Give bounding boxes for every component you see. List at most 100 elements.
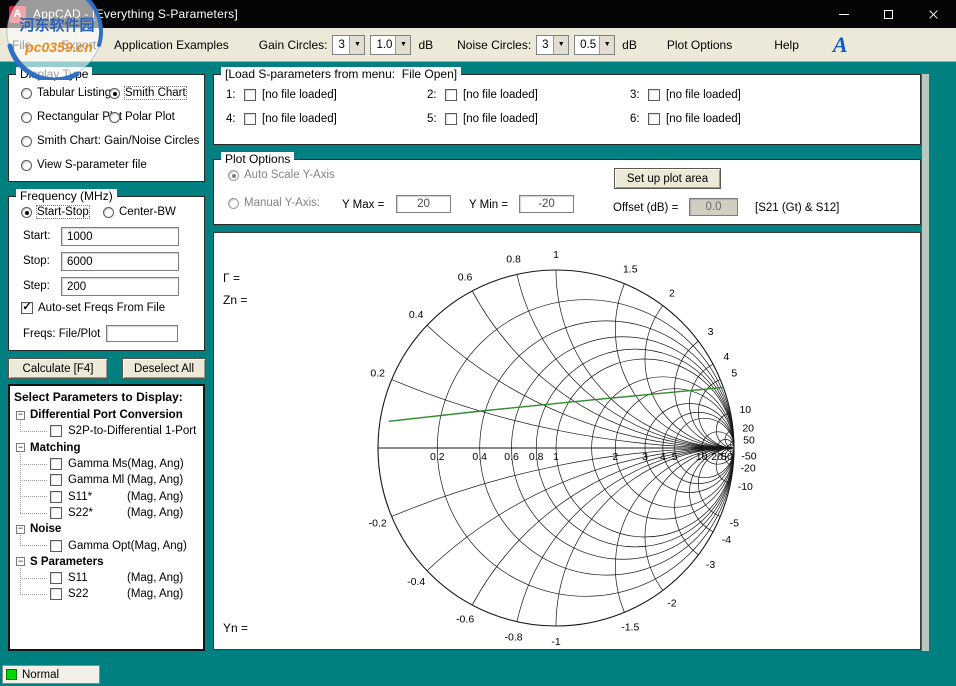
deselect-all-button[interactable]: Deselect All xyxy=(122,358,206,379)
s22-conj-checkbox[interactable] xyxy=(50,507,62,519)
app-icon: A xyxy=(9,6,26,23)
start-input[interactable] xyxy=(61,227,179,246)
setup-plot-area-button[interactable]: Set up plot area xyxy=(614,168,721,189)
y-min-input[interactable]: -20 xyxy=(519,195,574,213)
svg-text:-0.2: -0.2 xyxy=(369,517,387,529)
slot-5-checkbox[interactable] xyxy=(445,113,457,125)
slot-2-checkbox[interactable] xyxy=(445,89,457,101)
autoset-freqs-checkbox[interactable]: ✓ Auto-set Freqs From File xyxy=(21,302,165,314)
svg-text:5: 5 xyxy=(731,368,737,380)
svg-text:1.5: 1.5 xyxy=(623,264,638,276)
slot-4-checkbox[interactable] xyxy=(244,113,256,125)
svg-text:50: 50 xyxy=(721,451,733,463)
maximize-button[interactable] xyxy=(866,0,911,28)
slot-6-status: [no file loaded] xyxy=(666,113,741,125)
step-input[interactable] xyxy=(61,277,179,296)
calculate-button[interactable]: Calculate [F4] xyxy=(8,358,108,379)
radio-center-bw[interactable]: Center-BW xyxy=(103,206,176,218)
radio-smith-gain-noise[interactable]: Smith Chart: Gain/Noise Circles xyxy=(21,135,199,147)
tree-item-gamma-ms[interactable]: Gamma Ms (Mag, Ang) xyxy=(10,456,203,472)
radio-rectangular-plot[interactable]: Rectangular Plot xyxy=(21,111,122,123)
svg-text:10: 10 xyxy=(739,404,751,416)
freqs-file-input[interactable] xyxy=(106,325,178,342)
offset-note: [S21 (Gt) & S12] xyxy=(755,202,839,214)
radio-selected-disabled-icon xyxy=(228,170,239,181)
menu-export[interactable]: Export xyxy=(53,33,104,57)
radio-polar-plot[interactable]: Polar Plot xyxy=(109,111,175,123)
tree-item-s11[interactable]: S11 (Mag, Ang) xyxy=(10,570,203,586)
gain-circles-step-select[interactable]: 1.0 ▼ xyxy=(370,35,411,55)
svg-text:50: 50 xyxy=(743,434,755,446)
svg-text:4: 4 xyxy=(660,451,666,463)
menu-file[interactable]: File xyxy=(4,33,39,57)
slot-6-checkbox[interactable] xyxy=(648,113,660,125)
gamma-opt-checkbox[interactable] xyxy=(50,540,62,552)
radio-icon xyxy=(103,207,114,218)
radio-tabular-listing[interactable]: Tabular Listing xyxy=(21,87,111,99)
tree-item-gamma-ml[interactable]: Gamma Ml (Mag, Ang) xyxy=(10,472,203,488)
frequency-title: Frequency (MHz) xyxy=(16,189,117,203)
menubar: File Export Application Examples Gain Ci… xyxy=(0,28,956,62)
tree-item-s22-conj[interactable]: S22* (Mag, Ang) xyxy=(10,505,203,521)
file-slot-grid: 1: [no file loaded] 2: [no file loaded] … xyxy=(226,89,741,125)
titlebar: A AppCAD - [Everything S-Parameters] xyxy=(0,0,956,28)
gain-circles-count-select[interactable]: 3 ▼ xyxy=(332,35,365,55)
minimize-button[interactable] xyxy=(821,0,866,28)
s22-checkbox[interactable] xyxy=(50,588,62,600)
slot-3-checkbox[interactable] xyxy=(648,89,660,101)
menu-plot-options[interactable]: Plot Options xyxy=(659,33,740,57)
svg-text:2: 2 xyxy=(669,287,675,299)
s11-checkbox[interactable] xyxy=(50,572,62,584)
smith-chart-svg: 0.2-0.20.4-0.40.6-0.60.8-0.81-11.5-1.52-… xyxy=(214,233,922,651)
s2p-checkbox[interactable] xyxy=(50,425,62,437)
radio-smith-chart[interactable]: Smith Chart xyxy=(109,87,186,99)
dropdown-button[interactable]: ▼ xyxy=(349,36,364,54)
dropdown-button[interactable]: ▼ xyxy=(599,36,614,54)
tree-item-s2p-differential[interactable]: S2P-to-Differential 1-Port xyxy=(10,423,203,439)
gamma-ms-checkbox[interactable] xyxy=(50,458,62,470)
tree-item-gamma-opt[interactable]: Gamma Opt (Mag, Ang) xyxy=(10,537,203,553)
radio-start-stop[interactable]: Start-Stop xyxy=(21,206,89,218)
dropdown-button[interactable]: ▼ xyxy=(553,36,568,54)
menu-help[interactable]: Help xyxy=(766,33,807,57)
tree-item-s22[interactable]: S22 (Mag, Ang) xyxy=(10,586,203,602)
svg-text:-1: -1 xyxy=(551,636,560,648)
collapse-icon[interactable]: − xyxy=(16,411,25,420)
status-indicator-icon xyxy=(6,669,17,680)
s11-conj-checkbox[interactable] xyxy=(50,491,62,503)
stop-input[interactable] xyxy=(61,252,179,271)
svg-text:0.2: 0.2 xyxy=(370,368,385,380)
menu-application-examples[interactable]: Application Examples xyxy=(106,33,237,57)
load-panel: [Load S-parameters from menu: File Open]… xyxy=(213,74,921,145)
collapse-icon[interactable]: − xyxy=(16,557,25,566)
tree-group-matching[interactable]: − Matching xyxy=(10,440,203,456)
noise-circles-label: Noise Circles: xyxy=(457,38,531,52)
tree-item-s11-conj[interactable]: S11* (Mag, Ang) xyxy=(10,488,203,504)
parameters-panel: Select Parameters to Display: − Differen… xyxy=(8,384,205,651)
slot-4-status: [no file loaded] xyxy=(262,113,337,125)
noise-circles-step-select[interactable]: 0.5 ▼ xyxy=(574,35,615,55)
svg-text:-4: -4 xyxy=(722,534,731,546)
collapse-icon[interactable]: − xyxy=(16,525,25,534)
radio-manual-y[interactable]: Manual Y-Axis: xyxy=(228,197,320,209)
tree-group-noise[interactable]: − Noise xyxy=(10,521,203,537)
setup-plot-area-label: Set up plot area xyxy=(627,173,708,185)
status-text: Normal xyxy=(22,669,59,681)
noise-circles-count-value: 3 xyxy=(537,36,553,54)
close-button[interactable] xyxy=(911,0,956,28)
radio-icon xyxy=(109,112,120,123)
tree-group-differential[interactable]: − Differential Port Conversion xyxy=(10,407,203,423)
svg-text:3: 3 xyxy=(708,326,714,338)
noise-circles-count-select[interactable]: 3 ▼ xyxy=(536,35,569,55)
slot-1-checkbox[interactable] xyxy=(244,89,256,101)
tree-group-s-parameters[interactable]: − S Parameters xyxy=(10,554,203,570)
dropdown-button[interactable]: ▼ xyxy=(395,36,410,54)
svg-text:0.6: 0.6 xyxy=(504,451,519,463)
gamma-ml-checkbox[interactable] xyxy=(50,474,62,486)
radio-view-sparameter-file[interactable]: View S-parameter file xyxy=(21,159,147,171)
collapse-icon[interactable]: − xyxy=(16,443,25,452)
y-max-input[interactable]: 20 xyxy=(396,195,451,213)
slot-3-number: 3: xyxy=(630,89,642,101)
file-slot-5: 5: [no file loaded] xyxy=(427,113,630,125)
radio-auto-scale-y[interactable]: Auto Scale Y-Axis xyxy=(228,169,335,181)
